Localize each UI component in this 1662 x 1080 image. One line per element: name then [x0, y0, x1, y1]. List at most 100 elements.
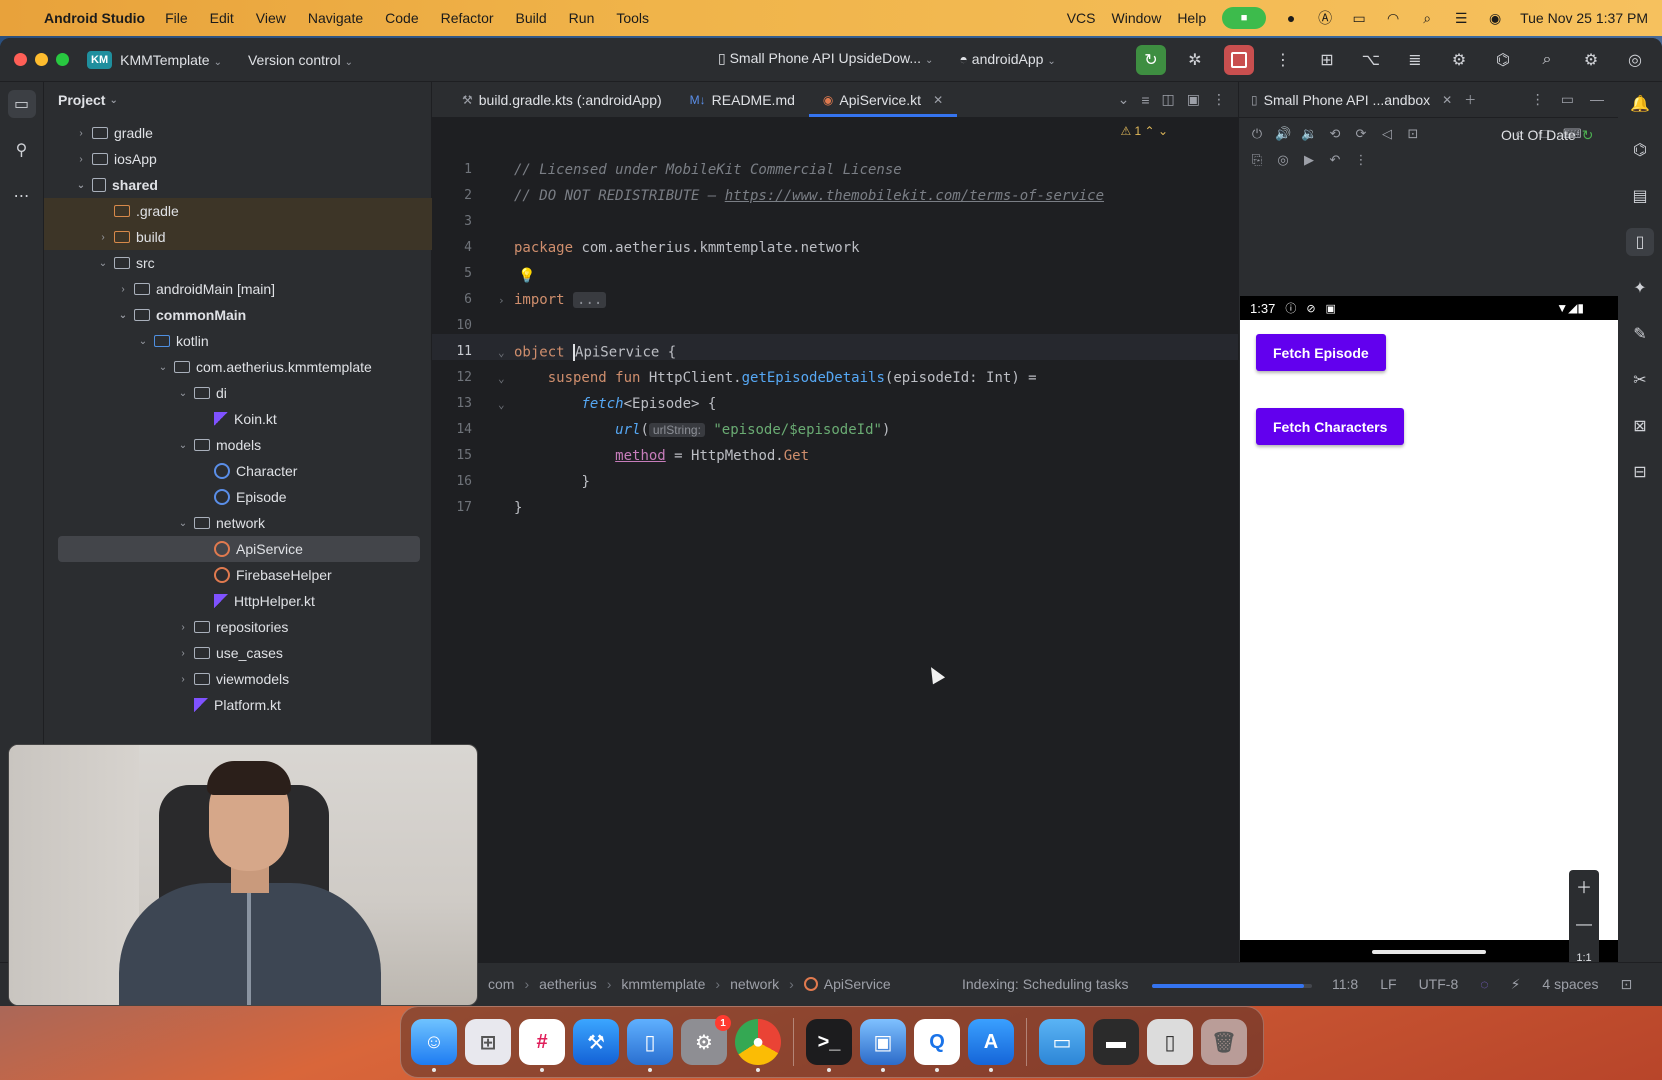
notifications-icon[interactable]: 🔔	[1626, 90, 1654, 118]
read-only-lock-icon[interactable]: ⊡	[1620, 976, 1632, 993]
lightbulb-icon[interactable]: 💡	[518, 268, 535, 284]
folded-imports[interactable]: ...	[573, 292, 607, 308]
menu-navigate[interactable]: Navigate	[308, 10, 363, 26]
undo-icon[interactable]: ↶	[1327, 152, 1343, 168]
account-icon[interactable]: ◎	[1620, 45, 1650, 75]
menu-tools[interactable]: Tools	[616, 10, 649, 26]
fold-collapse-icon[interactable]: ⌄	[498, 372, 505, 385]
stop-icon[interactable]	[1224, 45, 1254, 75]
screenshot-icon[interactable]: ⊡	[1405, 126, 1421, 142]
structure-icon[interactable]: ⚲	[8, 136, 36, 164]
more-tools-icon[interactable]: ⋯	[8, 182, 36, 210]
sdk-manager-icon[interactable]: ⌬	[1488, 45, 1518, 75]
run-config-selector[interactable]: ◓ androidApp ⌄	[959, 51, 1055, 67]
rotate-right-icon[interactable]: ⟳	[1353, 126, 1369, 142]
screen-recording-icon[interactable]: ■	[1222, 7, 1267, 29]
tree-item-build[interactable]: › build	[44, 224, 432, 250]
tree-item-character[interactable]: Character	[214, 458, 297, 484]
collapse-arrow-icon[interactable]: ⌄	[176, 388, 190, 399]
battery-icon[interactable]: ▭	[1350, 9, 1368, 27]
emulator-tab-label[interactable]: Small Phone API ...andbox	[1264, 92, 1431, 108]
siri-icon[interactable]: ◉	[1486, 9, 1504, 27]
project-panel-header[interactable]: Project ⌄	[44, 82, 431, 118]
build-tools-icon[interactable]: ✂	[1626, 366, 1654, 394]
expand-arrow-icon[interactable]: ›	[96, 232, 110, 243]
breadcrumb-item[interactable]: com	[488, 976, 514, 992]
layout-inspector-icon[interactable]: ✎	[1626, 320, 1654, 348]
downloads-folder-icon[interactable]: ▭	[1039, 1019, 1085, 1065]
tree-item-commonmain[interactable]: ⌄ commonMain	[116, 302, 246, 328]
spotlight-search-icon[interactable]: ⌕	[1418, 9, 1436, 27]
minimize-window-button[interactable]	[35, 53, 48, 66]
tree-item-viewmodels[interactable]: › viewmodels	[176, 666, 289, 692]
input-source-icon[interactable]: Ⓐ	[1316, 9, 1334, 27]
close-window-button[interactable]	[14, 53, 27, 66]
finder-icon[interactable]: ☺	[411, 1019, 457, 1072]
tree-item-koin[interactable]: Koin.kt	[214, 406, 277, 432]
file-encoding[interactable]: UTF-8	[1419, 976, 1459, 993]
record-dot-icon[interactable]: ●	[1282, 9, 1300, 27]
collapse-arrow-icon[interactable]: ⌄	[176, 440, 190, 451]
more-options-icon[interactable]: ⋮	[1212, 91, 1226, 108]
tree-item-episode[interactable]: Episode	[214, 484, 287, 510]
minimize-panel-icon[interactable]: —	[1590, 91, 1604, 108]
tree-item-androidmain[interactable]: › androidMain [main]	[116, 276, 275, 302]
menu-view[interactable]: View	[256, 10, 286, 26]
debug-icon[interactable]: ✲	[1180, 45, 1210, 75]
xcode-icon[interactable]: ⚒	[573, 1019, 619, 1065]
code-editor[interactable]: ⚠ 1 ⌃ ⌄ 1 2 3 4 5 6 10 11 12 13 14 15 16…	[432, 118, 1238, 962]
tab-apiservice[interactable]: ◉ ApiService.kt ✕	[808, 82, 958, 117]
tab-build-gradle[interactable]: ⚒ build.gradle.kts (:androidApp)	[432, 82, 676, 117]
more-icon[interactable]: ⋮	[1353, 152, 1369, 168]
terminal-icon[interactable]: >_	[806, 1019, 852, 1072]
tree-item-di[interactable]: ⌄ di	[176, 380, 227, 406]
gemini-icon[interactable]: ✦	[1626, 274, 1654, 302]
breadcrumb-item[interactable]: network	[730, 976, 779, 992]
menu-app-name[interactable]: Android Studio	[44, 10, 145, 26]
zoom-window-button[interactable]	[56, 53, 69, 66]
fold-collapse-icon[interactable]: ⌄	[498, 346, 505, 359]
app-store-icon[interactable]: A	[968, 1019, 1014, 1072]
menu-vcs[interactable]: VCS	[1067, 10, 1096, 26]
project-folder-icon[interactable]: ▭	[7, 90, 36, 118]
volume-up-icon[interactable]: 🔊	[1275, 126, 1291, 142]
rerun-icon[interactable]: ↻	[1136, 45, 1166, 75]
fetch-characters-button[interactable]: Fetch Characters	[1256, 408, 1405, 445]
app-inspection-icon[interactable]: ⊠	[1626, 412, 1654, 440]
wifi-icon[interactable]: ◠	[1384, 9, 1402, 27]
menu-build[interactable]: Build	[516, 10, 547, 26]
volume-down-icon[interactable]: 🔉	[1301, 126, 1317, 142]
fold-collapse-icon[interactable]: ⌄	[498, 398, 505, 411]
tab-list-chevron-icon[interactable]: ⌄	[1118, 91, 1130, 108]
gesture-handle[interactable]	[1372, 950, 1486, 954]
collapse-arrow-icon[interactable]: ⌄	[176, 518, 190, 529]
fold-expand-icon[interactable]: ›	[498, 294, 505, 307]
control-center-icon[interactable]: ☰	[1452, 9, 1470, 27]
more-actions-icon[interactable]: ⋮	[1268, 45, 1298, 75]
tree-item-shared[interactable]: ⌄ shared	[74, 172, 158, 198]
add-device-icon[interactable]: ＋	[1464, 91, 1476, 108]
window-layout-icon[interactable]: ▭	[1561, 91, 1574, 108]
indexing-status[interactable]: Indexing: Scheduling tasks	[962, 976, 1129, 992]
slack-icon[interactable]: #	[519, 1019, 565, 1072]
camera-icon[interactable]: ◎	[1275, 152, 1291, 168]
search-icon[interactable]: ⌕	[1532, 45, 1562, 75]
collapse-arrow-icon[interactable]: ⌄	[96, 258, 110, 269]
collapse-arrow-icon[interactable]: ⌄	[156, 362, 170, 373]
rotate-left-icon[interactable]: ⟲	[1327, 126, 1343, 142]
refresh-icon[interactable]: ↻	[1582, 127, 1594, 143]
tree-item-src[interactable]: ⌄ src	[96, 250, 155, 276]
device-screen[interactable]: 1:37 ⓘ ⊘ ▣ ▼◢▮ Fetch Episode Fetch Chara…	[1240, 296, 1618, 976]
breadcrumb-item[interactable]: ApiService	[824, 976, 891, 992]
device-manager-icon[interactable]: ⊞	[1312, 45, 1342, 75]
close-tab-icon[interactable]: ✕	[933, 93, 943, 107]
device-selector[interactable]: ▯ Small Phone API UpsideDow... ⌄	[718, 50, 933, 67]
menu-refactor[interactable]: Refactor	[441, 10, 494, 26]
power-save-icon[interactable]: ⚡	[1511, 976, 1521, 993]
menu-edit[interactable]: Edit	[210, 10, 234, 26]
menu-file[interactable]: File	[165, 10, 188, 26]
caret-position[interactable]: 11:8	[1332, 976, 1358, 993]
tree-item-firebasehelper[interactable]: FirebaseHelper	[214, 562, 332, 588]
expand-arrow-icon[interactable]: ›	[116, 284, 130, 295]
license-link[interactable]: https://www.themobilekit.com/terms-of-se…	[725, 188, 1104, 204]
